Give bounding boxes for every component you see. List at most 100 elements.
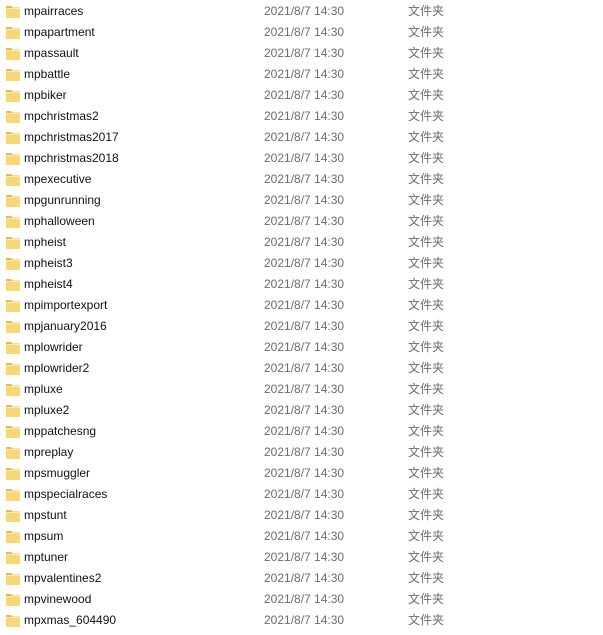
folder-icon — [5, 508, 21, 523]
file-name: mpxmas_604490 — [24, 613, 117, 627]
folder-icon — [5, 298, 21, 313]
file-modified-date: 2021/8/7 14:30 — [264, 529, 345, 543]
file-row[interactable]: mpsmuggler 2021/8/7 14:30 文件夹 — [0, 463, 603, 484]
file-row[interactable]: mpchristmas2 2021/8/7 14:30 文件夹 — [0, 106, 603, 127]
file-row[interactable]: mpchristmas2017 2021/8/7 14:30 文件夹 — [0, 127, 603, 148]
file-type: 文件夹 — [408, 4, 445, 18]
file-name: mpluxe — [24, 382, 63, 396]
file-modified-date: 2021/8/7 14:30 — [264, 25, 345, 39]
file-modified-date: 2021/8/7 14:30 — [264, 67, 345, 81]
file-modified-date: 2021/8/7 14:30 — [264, 550, 345, 564]
folder-icon — [5, 4, 21, 19]
file-row[interactable]: mpsum 2021/8/7 14:30 文件夹 — [0, 526, 603, 547]
file-row[interactable]: mpchristmas2018 2021/8/7 14:30 文件夹 — [0, 148, 603, 169]
file-name: mpapartment — [24, 25, 95, 39]
file-modified-date: 2021/8/7 14:30 — [264, 445, 345, 459]
folder-icon — [5, 235, 21, 250]
file-row[interactable]: mpgunrunning 2021/8/7 14:30 文件夹 — [0, 190, 603, 211]
file-type: 文件夹 — [408, 571, 445, 585]
file-row[interactable]: mpluxe 2021/8/7 14:30 文件夹 — [0, 379, 603, 400]
file-modified-date: 2021/8/7 14:30 — [264, 214, 345, 228]
file-row[interactable]: mpbiker 2021/8/7 14:30 文件夹 — [0, 85, 603, 106]
file-type: 文件夹 — [408, 508, 445, 522]
folder-icon — [5, 277, 21, 292]
file-row[interactable]: mpbattle 2021/8/7 14:30 文件夹 — [0, 64, 603, 85]
file-type: 文件夹 — [408, 487, 445, 501]
file-name: mpchristmas2017 — [24, 130, 119, 144]
file-name: mppatchesng — [24, 424, 97, 438]
file-row[interactable]: mppatchesng 2021/8/7 14:30 文件夹 — [0, 421, 603, 442]
file-name: mpchristmas2018 — [24, 151, 119, 165]
file-modified-date: 2021/8/7 14:30 — [264, 172, 345, 186]
file-row[interactable]: mpluxe2 2021/8/7 14:30 文件夹 — [0, 400, 603, 421]
file-row[interactable]: mpimportexport 2021/8/7 14:30 文件夹 — [0, 295, 603, 316]
file-type: 文件夹 — [408, 67, 445, 81]
folder-icon — [5, 340, 21, 355]
file-modified-date: 2021/8/7 14:30 — [264, 298, 345, 312]
file-type: 文件夹 — [408, 298, 445, 312]
file-type: 文件夹 — [408, 445, 445, 459]
file-modified-date: 2021/8/7 14:30 — [264, 151, 345, 165]
file-type: 文件夹 — [408, 46, 445, 60]
folder-icon — [5, 529, 21, 544]
file-row[interactable]: mpxmas_604490 2021/8/7 14:30 文件夹 — [0, 610, 603, 631]
file-modified-date: 2021/8/7 14:30 — [264, 319, 345, 333]
file-list: mpairraces 2021/8/7 14:30 文件夹 mpapartment 20… — [0, 1, 603, 631]
file-modified-date: 2021/8/7 14:30 — [264, 256, 345, 270]
file-type: 文件夹 — [408, 172, 445, 186]
file-modified-date: 2021/8/7 14:30 — [264, 4, 345, 18]
file-row[interactable]: mphalloween 2021/8/7 14:30 文件夹 — [0, 211, 603, 232]
folder-icon — [5, 361, 21, 376]
file-type: 文件夹 — [408, 550, 445, 564]
folder-icon — [5, 88, 21, 103]
file-type: 文件夹 — [408, 130, 445, 144]
file-type: 文件夹 — [408, 151, 445, 165]
file-row[interactable]: mplowrider2 2021/8/7 14:30 文件夹 — [0, 358, 603, 379]
file-row[interactable]: mpheist3 2021/8/7 14:30 文件夹 — [0, 253, 603, 274]
file-row[interactable]: mpassault 2021/8/7 14:30 文件夹 — [0, 43, 603, 64]
file-row[interactable]: mpreplay 2021/8/7 14:30 文件夹 — [0, 442, 603, 463]
folder-icon — [5, 592, 21, 607]
file-name: mpsmuggler — [24, 466, 91, 480]
file-name: mpspecialraces — [24, 487, 108, 501]
file-name: mpsum — [24, 529, 64, 543]
file-row[interactable]: mptuner 2021/8/7 14:30 文件夹 — [0, 547, 603, 568]
file-row[interactable]: mpexecutive 2021/8/7 14:30 文件夹 — [0, 169, 603, 190]
file-name: mpreplay — [24, 445, 74, 459]
file-name: mplowrider — [24, 340, 83, 354]
file-name: mpvalentines2 — [24, 571, 102, 585]
file-modified-date: 2021/8/7 14:30 — [264, 403, 345, 417]
folder-icon — [5, 424, 21, 439]
file-type: 文件夹 — [408, 214, 445, 228]
file-row[interactable]: mpstunt 2021/8/7 14:30 文件夹 — [0, 505, 603, 526]
file-row[interactable]: mpjanuary2016 2021/8/7 14:30 文件夹 — [0, 316, 603, 337]
file-row[interactable]: mpvinewood 2021/8/7 14:30 文件夹 — [0, 589, 603, 610]
file-name: mpimportexport — [24, 298, 108, 312]
folder-icon — [5, 613, 21, 628]
file-row[interactable]: mpairraces 2021/8/7 14:30 文件夹 — [0, 1, 603, 22]
file-type: 文件夹 — [408, 109, 445, 123]
file-modified-date: 2021/8/7 14:30 — [264, 88, 345, 102]
file-row[interactable]: mpvalentines2 2021/8/7 14:30 文件夹 — [0, 568, 603, 589]
file-name: mpchristmas2 — [24, 109, 99, 123]
file-row[interactable]: mpapartment 2021/8/7 14:30 文件夹 — [0, 22, 603, 43]
file-name: mpheist3 — [24, 256, 73, 270]
file-modified-date: 2021/8/7 14:30 — [264, 592, 345, 606]
file-modified-date: 2021/8/7 14:30 — [264, 277, 345, 291]
file-type: 文件夹 — [408, 319, 445, 333]
folder-icon — [5, 214, 21, 229]
file-modified-date: 2021/8/7 14:30 — [264, 340, 345, 354]
file-modified-date: 2021/8/7 14:30 — [264, 571, 345, 585]
file-type: 文件夹 — [408, 529, 445, 543]
file-name: mpstunt — [24, 508, 67, 522]
folder-icon — [5, 46, 21, 61]
folder-icon — [5, 151, 21, 166]
file-row[interactable]: mpheist4 2021/8/7 14:30 文件夹 — [0, 274, 603, 295]
file-row[interactable]: mplowrider 2021/8/7 14:30 文件夹 — [0, 337, 603, 358]
file-row[interactable]: mpheist 2021/8/7 14:30 文件夹 — [0, 232, 603, 253]
file-type: 文件夹 — [408, 403, 445, 417]
file-row[interactable]: mpspecialraces 2021/8/7 14:30 文件夹 — [0, 484, 603, 505]
folder-icon — [5, 319, 21, 334]
folder-icon — [5, 130, 21, 145]
file-modified-date: 2021/8/7 14:30 — [264, 361, 345, 375]
